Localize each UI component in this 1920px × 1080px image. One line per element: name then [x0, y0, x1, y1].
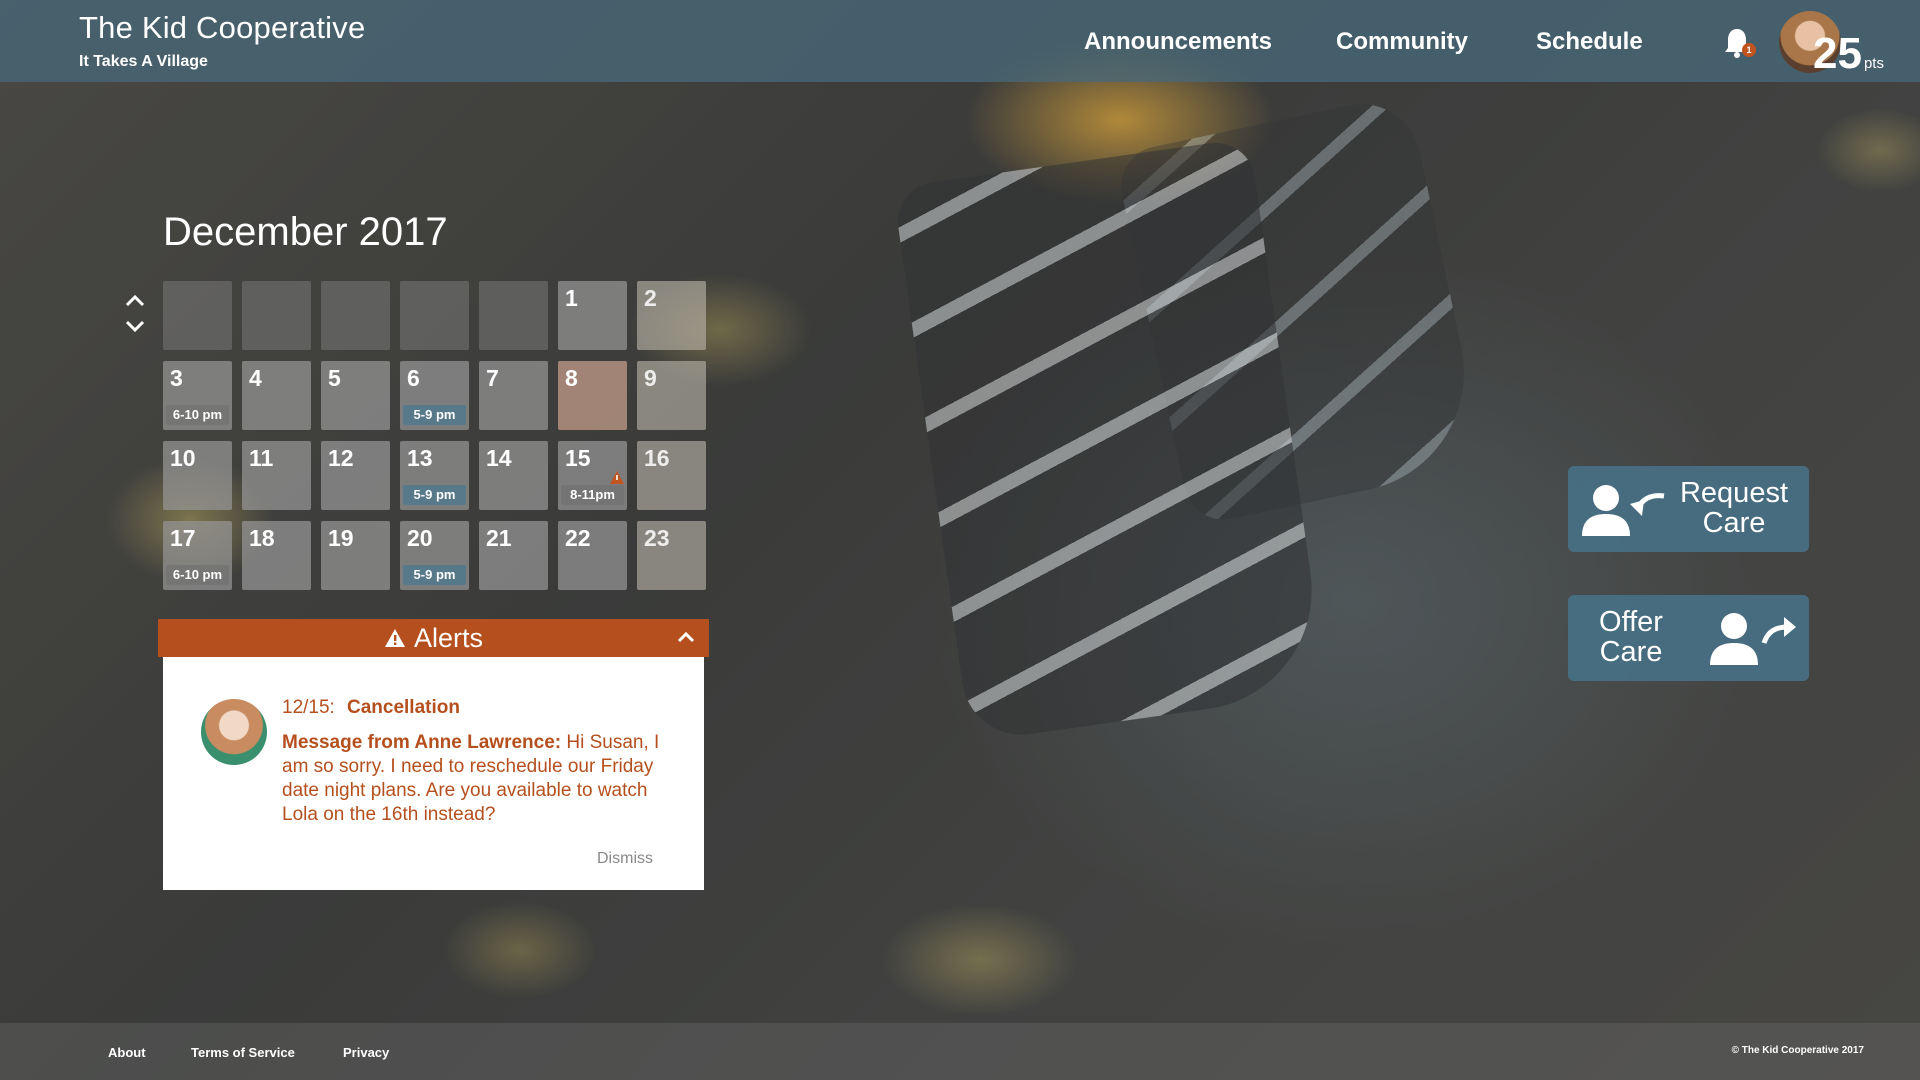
calendar-day[interactable]: 23	[637, 521, 706, 590]
calendar-day-number: 19	[328, 525, 354, 551]
offer-care-label: Offer Care	[1599, 606, 1663, 668]
calendar-day[interactable]: 8	[558, 361, 627, 430]
calendar-day-number: 11	[249, 445, 274, 471]
calendar-day-number: 22	[565, 525, 591, 551]
dismiss-button[interactable]: Dismiss	[597, 850, 653, 868]
calendar-day[interactable]: 1	[558, 281, 627, 350]
person-receive-icon	[1582, 485, 1665, 536]
alert-sender: Message from Anne Lawrence:	[282, 732, 562, 753]
calendar-event[interactable]: 6-10 pm	[166, 565, 229, 585]
calendar-day-number: 7	[486, 365, 499, 391]
calendar-day[interactable]: 9	[637, 361, 706, 430]
alert-message: Message from Anne Lawrence: Hi Susan, I …	[282, 731, 682, 827]
calendar-day-number: 6	[407, 365, 420, 391]
calendar-day-number: 21	[486, 525, 512, 551]
alert-type: Cancellation	[347, 697, 460, 718]
alerts-title: Alerts	[413, 622, 484, 653]
app-tagline: It Takes A Village	[79, 53, 208, 70]
calendar-day[interactable]: 10	[163, 441, 232, 510]
nav-announcements[interactable]: Announcements	[1084, 28, 1272, 56]
points-unit: pts	[1863, 55, 1884, 72]
calendar-day-number: 20	[407, 525, 433, 551]
calendar-event[interactable]: 5-9 pm	[403, 405, 466, 425]
alert-card: 12/15: Cancellation Message from Anne La…	[163, 657, 704, 890]
calendar-event[interactable]: 5-9 pm	[403, 485, 466, 505]
calendar-day-empty	[321, 281, 390, 350]
calendar-grid: 1 2 3 6-10 pm 4 5 6 5-9 pm 7 8 9 10 11 12 13 5-9 pm 14 15…	[163, 281, 706, 590]
nav-community[interactable]: Community	[1336, 28, 1468, 56]
calendar-day-number: 13	[407, 445, 433, 471]
calendar-day-empty	[400, 281, 469, 350]
calendar-day-number: 16	[644, 445, 670, 471]
calendar-day[interactable]: 20 5-9 pm	[400, 521, 469, 590]
calendar-day[interactable]: 7	[479, 361, 548, 430]
calendar-day-number: 17	[170, 525, 196, 551]
calendar-day-number: 2	[644, 285, 657, 311]
request-care-label: Request Care	[1679, 477, 1788, 539]
calendar-day[interactable]: 5	[321, 361, 390, 430]
calendar-day-number: 5	[328, 365, 341, 391]
calendar-event[interactable]: 6-10 pm	[166, 405, 229, 425]
calendar-month-title: December 2017	[163, 210, 448, 254]
calendar-day[interactable]: 4	[242, 361, 311, 430]
alerts-header[interactable]: Alerts	[158, 619, 709, 657]
alerts-panel: Alerts 12/15: Cancellation Message from …	[158, 619, 709, 890]
calendar-day[interactable]: 3 6-10 pm	[163, 361, 232, 430]
calendar-day[interactable]: 19	[321, 521, 390, 590]
chevron-down-icon[interactable]	[124, 319, 146, 335]
calendar-day-empty	[479, 281, 548, 350]
calendar-day[interactable]: 11	[242, 441, 311, 510]
calendar-day[interactable]: 12	[321, 441, 390, 510]
footer: About Terms of Service Privacy © The Kid…	[0, 1023, 1920, 1080]
calendar-day-number: 10	[170, 445, 196, 471]
calendar-day[interactable]: 6 5-9 pm	[400, 361, 469, 430]
footer-copyright: © The Kid Cooperative 2017	[1731, 1045, 1864, 1056]
footer-privacy-link[interactable]: Privacy	[343, 1045, 389, 1060]
person-give-icon	[1710, 613, 1796, 665]
calendar-day-number: 3	[170, 365, 183, 391]
chevron-up-icon[interactable]	[124, 292, 146, 308]
calendar-day-empty	[242, 281, 311, 350]
calendar-day-number: 18	[249, 525, 275, 551]
calendar-day-number: 8	[565, 365, 578, 391]
calendar-day[interactable]: 14	[479, 441, 548, 510]
nav-schedule[interactable]: Schedule	[1536, 28, 1643, 56]
offer-care-button[interactable]: Offer Care	[1568, 595, 1809, 681]
calendar-day-empty	[163, 281, 232, 350]
alert-date: 12/15:	[282, 697, 335, 718]
calendar-day[interactable]: 22	[558, 521, 627, 590]
calendar-day-number: 4	[249, 365, 262, 391]
calendar-day[interactable]: 16	[637, 441, 706, 510]
notification-badge: 1	[1742, 43, 1756, 57]
calendar-day[interactable]: 21	[479, 521, 548, 590]
calendar-day-number: 9	[644, 365, 657, 391]
calendar-day[interactable]: 2	[637, 281, 706, 350]
calendar-day-number: 23	[644, 525, 670, 551]
warning-icon	[610, 471, 624, 484]
footer-about-link[interactable]: About	[108, 1045, 146, 1060]
chevron-up-icon[interactable]	[677, 631, 695, 643]
request-care-button[interactable]: Request Care	[1568, 466, 1809, 552]
calendar-day-number: 1	[565, 285, 578, 311]
calendar-day[interactable]: 13 5-9 pm	[400, 441, 469, 510]
calendar-day[interactable]: 17 6-10 pm	[163, 521, 232, 590]
app-title[interactable]: The Kid Cooperative	[79, 10, 365, 46]
points-value: 25	[1813, 29, 1862, 78]
calendar-day[interactable]: 15 8-11pm	[558, 441, 627, 510]
calendar-day-number: 12	[328, 445, 354, 471]
calendar-day-number: 14	[486, 445, 512, 471]
top-navbar: The Kid Cooperative It Takes A Village A…	[0, 0, 1920, 82]
points-display: 25 pts	[1813, 32, 1884, 76]
calendar-day[interactable]: 18	[242, 521, 311, 590]
warning-icon	[384, 629, 405, 647]
calendar-day-number: 15	[565, 445, 591, 471]
footer-terms-link[interactable]: Terms of Service	[191, 1045, 295, 1060]
calendar-event[interactable]: 8-11pm	[561, 485, 624, 505]
sender-avatar	[201, 699, 267, 765]
calendar-event[interactable]: 5-9 pm	[403, 565, 466, 585]
